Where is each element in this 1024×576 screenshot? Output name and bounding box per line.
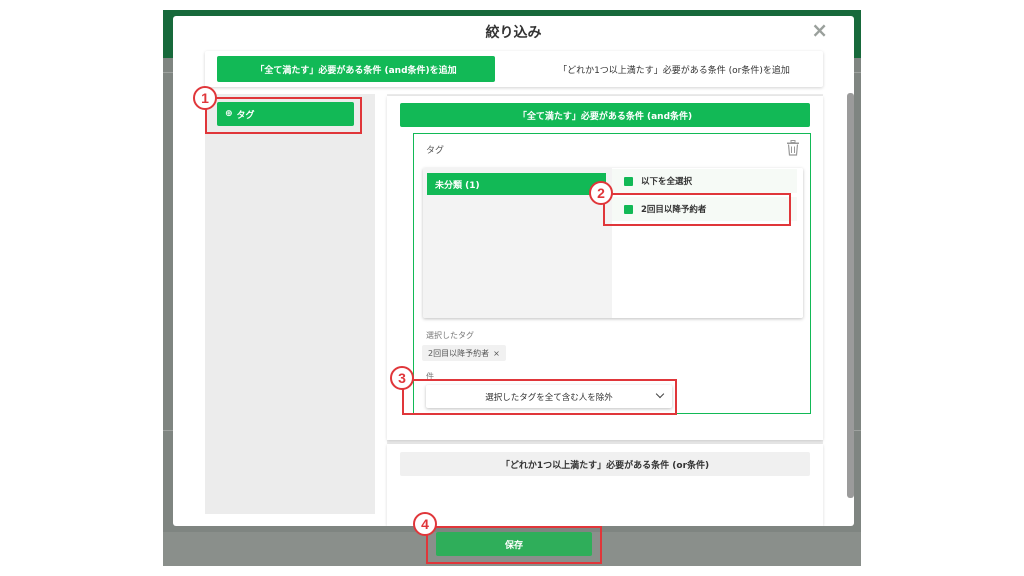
annotation-number-2: 2 — [589, 181, 613, 205]
selected-tags-label: 選択したタグ — [426, 331, 474, 340]
tag-option-list: 以下を全選択 2回目以降予約者 — [612, 168, 803, 318]
selected-tag-chip: 2回目以降予約者 × — [422, 345, 506, 361]
annotation-number-3: 3 — [390, 366, 414, 390]
tag-condition-block: タグ 未分類 (1) 以下を全選択 2回目以降予約者 選択したタグ 2回目以降予… — [413, 133, 811, 414]
condition-tabs: 「全て満たす」必要がある条件 (and条件)を追加 「どれか1つ以上満たす」必要… — [205, 51, 823, 87]
tag-picker: 未分類 (1) 以下を全選択 2回目以降予約者 — [423, 168, 803, 318]
annotation-number-4: 4 — [413, 512, 437, 536]
tag-block-label: タグ — [426, 146, 445, 156]
modal-title: 絞り込み — [485, 25, 542, 41]
trash-icon[interactable] — [786, 140, 800, 156]
close-icon[interactable]: × — [493, 349, 500, 358]
screen: 絞り込み × 「全て満たす」必要がある条件 (and条件)を追加 「どれか1つ以… — [0, 0, 1024, 576]
condition-type-panel — [205, 94, 375, 514]
annotation-box-4 — [426, 526, 602, 564]
annotation-number-1: 1 — [193, 86, 217, 110]
scrollbar[interactable] — [847, 93, 854, 498]
chip-label: 2回目以降予約者 — [428, 348, 490, 358]
annotation-box-2 — [603, 193, 791, 226]
annotation-box-3 — [402, 379, 677, 415]
and-condition-header: 「全て満たす」必要がある条件 (and条件) — [400, 103, 810, 127]
close-icon[interactable]: × — [811, 18, 828, 42]
or-condition-header: 「どれか1つ以上満たす」必要がある条件 (or条件) — [400, 452, 810, 476]
filter-modal: 絞り込み × 「全て満たす」必要がある条件 (and条件)を追加 「どれか1つ以… — [173, 16, 854, 526]
tab-add-or-condition[interactable]: 「どれか1つ以上満たす」必要がある条件 (or条件)を追加 — [535, 56, 813, 82]
option-label: 以下を全選択 — [641, 177, 693, 187]
annotation-box-1 — [205, 97, 362, 134]
select-all-option[interactable]: 以下を全選択 — [612, 169, 797, 193]
checkbox-checked-icon — [624, 176, 633, 186]
tab-add-and-condition[interactable]: 「全て満たす」必要がある条件 (and条件)を追加 — [217, 56, 495, 82]
category-item[interactable]: 未分類 (1) — [427, 173, 606, 195]
category-list: 未分類 (1) — [423, 168, 612, 318]
